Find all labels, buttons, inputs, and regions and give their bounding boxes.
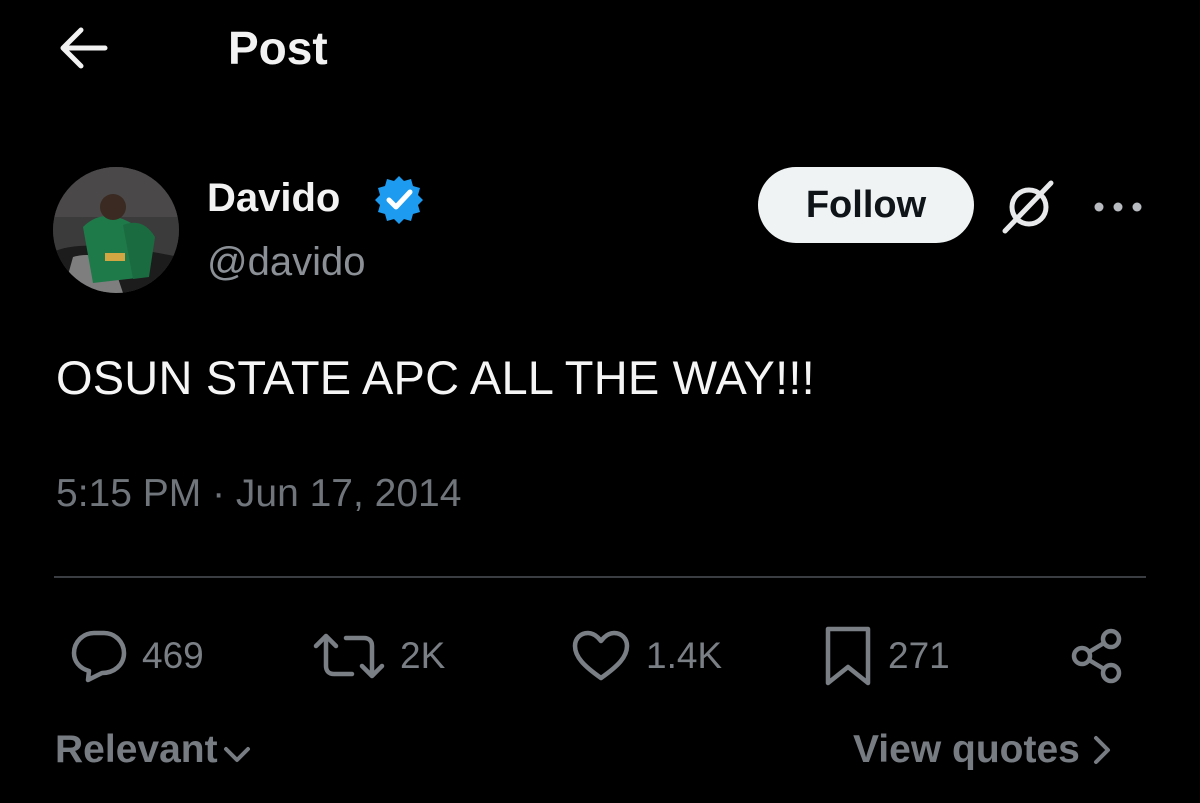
page-title: Post bbox=[228, 22, 328, 74]
author-handle[interactable]: @davido bbox=[207, 236, 365, 288]
reply-count: 469 bbox=[142, 635, 204, 676]
reply-button[interactable]: 469 bbox=[70, 624, 204, 688]
author-name[interactable]: Davido bbox=[207, 172, 340, 224]
verified-badge-icon bbox=[373, 173, 425, 225]
sort-label: Relevant bbox=[55, 728, 218, 771]
divider bbox=[54, 576, 1146, 578]
repost-icon bbox=[313, 633, 385, 679]
repost-button[interactable]: 2K bbox=[312, 624, 445, 688]
repost-count: 2K bbox=[400, 635, 446, 676]
chevron-down-icon bbox=[223, 747, 250, 762]
reply-icon bbox=[71, 630, 127, 683]
view-quotes-label: View quotes bbox=[853, 728, 1080, 771]
arrow-left-icon bbox=[60, 27, 108, 69]
avatar[interactable] bbox=[53, 167, 179, 293]
chevron-right-icon bbox=[1093, 736, 1110, 764]
sort-replies-dropdown[interactable]: Relevant bbox=[55, 728, 252, 772]
grok-icon bbox=[1002, 180, 1054, 234]
bookmark-button[interactable]: 271 bbox=[822, 624, 950, 688]
like-icon bbox=[572, 630, 630, 681]
like-button[interactable]: 1.4K bbox=[570, 624, 722, 688]
share-icon bbox=[1071, 628, 1122, 684]
follow-button[interactable]: Follow bbox=[758, 167, 974, 243]
bookmark-count: 271 bbox=[888, 635, 950, 676]
bookmark-icon bbox=[825, 626, 871, 686]
like-count: 1.4K bbox=[646, 635, 723, 676]
post-timestamp[interactable]: 5:15 PM · Jun 17, 2014 bbox=[56, 468, 461, 520]
post-text: OSUN STATE APC ALL THE WAY!!! bbox=[56, 351, 815, 404]
share-button[interactable] bbox=[1064, 624, 1130, 688]
back-button[interactable] bbox=[50, 18, 116, 78]
more-horizontal-icon bbox=[1094, 202, 1142, 212]
more-options-button[interactable] bbox=[1090, 185, 1146, 229]
grok-button[interactable] bbox=[997, 175, 1061, 239]
view-quotes-link[interactable]: View quotes bbox=[853, 728, 1114, 772]
